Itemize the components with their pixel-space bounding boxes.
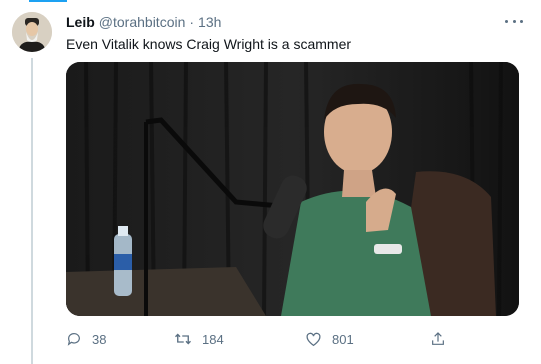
- video-still-image: [66, 62, 519, 316]
- avatar[interactable]: [12, 12, 52, 52]
- tweet-header: Leib @torahbitcoin · 13h: [66, 13, 221, 31]
- more-options-icon[interactable]: [505, 14, 523, 28]
- author-handle[interactable]: @torahbitcoin: [99, 14, 186, 30]
- timestamp[interactable]: 13h: [198, 14, 221, 30]
- reply-icon: [66, 331, 82, 347]
- like-count: 801: [332, 331, 354, 347]
- like-button[interactable]: 801: [305, 329, 354, 349]
- header-separator: ·: [189, 14, 195, 30]
- tweet-text: Even Vitalik knows Craig Wright is a sca…: [66, 36, 352, 52]
- thread-line: [31, 58, 33, 364]
- retweet-icon: [174, 331, 192, 347]
- tweet[interactable]: Leib @torahbitcoin · 13h Even Vitalik kn…: [0, 0, 541, 364]
- author-name[interactable]: Leib: [66, 14, 95, 30]
- like-icon: [305, 331, 322, 347]
- share-icon: [430, 331, 446, 347]
- retweet-count: 184: [202, 331, 224, 347]
- tweet-media[interactable]: [66, 62, 519, 316]
- reply-count: 38: [92, 331, 107, 347]
- tweet-actions: 38 184 801: [66, 329, 466, 349]
- reply-button[interactable]: 38: [66, 329, 106, 349]
- share-button[interactable]: [430, 329, 446, 349]
- retweet-button[interactable]: 184: [174, 329, 224, 349]
